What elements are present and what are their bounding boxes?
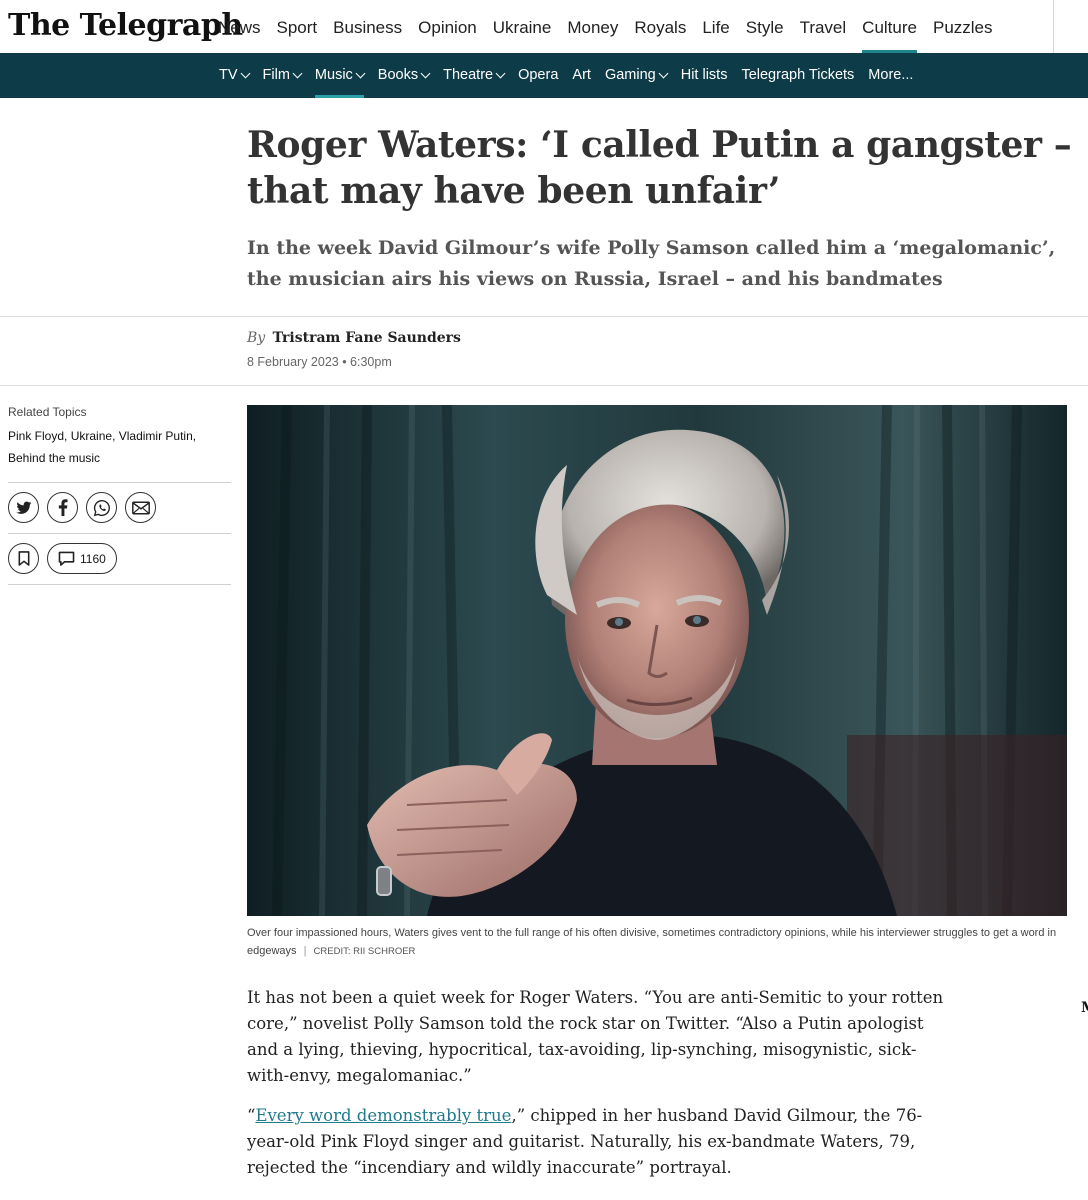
subnav-item-telegraph-tickets[interactable]: Telegraph Tickets bbox=[741, 53, 854, 98]
share-facebook-button[interactable] bbox=[47, 492, 78, 523]
article-hero-image bbox=[247, 405, 1067, 916]
chevron-down-icon bbox=[420, 68, 431, 79]
nav-item-puzzles[interactable]: Puzzles bbox=[933, 0, 993, 53]
divider bbox=[8, 533, 231, 534]
article-actions: 1160 bbox=[8, 543, 231, 574]
divider bbox=[8, 584, 231, 585]
subnav-item-books[interactable]: Books bbox=[378, 53, 431, 98]
divider bbox=[8, 482, 231, 483]
related-topics-label: Related Topics bbox=[8, 405, 87, 419]
culture-subnav: TV Film Music Books Theatre Opera Art Ga… bbox=[0, 53, 1088, 98]
article-standfirst: In the week David Gilmour’s wife Polly S… bbox=[247, 237, 1056, 290]
nav-item-opinion[interactable]: Opinion bbox=[418, 0, 477, 53]
topic-link[interactable]: Behind the music bbox=[8, 451, 100, 465]
nav-item-ukraine[interactable]: Ukraine bbox=[493, 0, 552, 53]
comment-icon bbox=[58, 551, 75, 566]
chevron-down-icon bbox=[355, 68, 366, 79]
email-icon bbox=[131, 501, 150, 514]
topic-link[interactable]: Pink Floyd bbox=[8, 429, 64, 443]
bookmark-icon bbox=[18, 551, 29, 566]
masthead: The Telegraph News Sport Business Opinio… bbox=[0, 0, 1088, 53]
nav-item-style[interactable]: Style bbox=[746, 0, 784, 53]
subnav-item-art[interactable]: Art bbox=[572, 53, 591, 98]
subnav-item-hit-lists[interactable]: Hit lists bbox=[681, 53, 728, 98]
edge-fragment: M bbox=[1081, 1000, 1088, 1016]
primary-nav: News Sport Business Opinion Ukraine Mone… bbox=[218, 0, 1009, 53]
topic-link[interactable]: Ukraine bbox=[71, 429, 112, 443]
image-credit: CREDIT: Rii Schroer bbox=[313, 946, 416, 957]
nav-item-life[interactable]: Life bbox=[702, 0, 729, 53]
chevron-down-icon bbox=[658, 68, 669, 79]
subnav-item-music[interactable]: Music bbox=[314, 53, 366, 98]
nav-item-sport[interactable]: Sport bbox=[277, 0, 318, 53]
comment-count: 1160 bbox=[80, 551, 106, 566]
subnav-item-opera[interactable]: Opera bbox=[518, 53, 558, 98]
whatsapp-icon bbox=[93, 499, 110, 516]
publish-date: 8 February 2023 • 6:30pm bbox=[247, 355, 392, 369]
article-paragraph: “Every word demonstrably true,” chipped … bbox=[247, 1106, 923, 1177]
subnav-item-tv[interactable]: TV bbox=[219, 53, 250, 98]
portrait-photo bbox=[247, 405, 1067, 916]
article-sidebar: Related Topics Pink Floyd, Ukraine, Vlad… bbox=[8, 405, 231, 585]
share-email-button[interactable] bbox=[125, 492, 156, 523]
byline: By Tristram Fane Saunders bbox=[247, 330, 461, 346]
subnav-item-gaming[interactable]: Gaming bbox=[605, 53, 669, 98]
nav-item-money[interactable]: Money bbox=[567, 0, 618, 53]
inline-link[interactable]: Every word demonstrably true bbox=[255, 1106, 511, 1125]
article-headline: Roger Waters: ‘I called Putin a gangster… bbox=[247, 124, 1072, 212]
subnav-item-more[interactable]: More... bbox=[868, 53, 913, 98]
divider bbox=[0, 385, 1088, 386]
share-buttons bbox=[8, 492, 231, 523]
comments-button[interactable]: 1160 bbox=[47, 543, 117, 574]
article-paragraph: It has not been a quiet week for Roger W… bbox=[247, 988, 944, 1085]
chevron-down-icon bbox=[495, 68, 506, 79]
nav-item-travel[interactable]: Travel bbox=[800, 0, 847, 53]
account-area[interactable] bbox=[1054, 0, 1088, 53]
article-body: It has not been a quiet week for Roger W… bbox=[247, 985, 947, 1195]
nav-item-business[interactable]: Business bbox=[333, 0, 402, 53]
related-topics-list: Pink Floyd, Ukraine, Vladimir Putin, Beh… bbox=[8, 429, 197, 465]
share-twitter-button[interactable] bbox=[8, 492, 39, 523]
save-article-button[interactable] bbox=[8, 543, 39, 574]
facebook-icon bbox=[58, 499, 68, 516]
author-link[interactable]: Tristram Fane Saunders bbox=[273, 330, 461, 346]
nav-item-royals[interactable]: Royals bbox=[634, 0, 686, 53]
nav-item-news[interactable]: News bbox=[218, 0, 261, 53]
nav-item-culture[interactable]: Culture bbox=[862, 0, 917, 53]
chevron-down-icon bbox=[292, 68, 303, 79]
subnav-item-film[interactable]: Film bbox=[263, 53, 303, 98]
telegraph-logo[interactable]: The Telegraph bbox=[8, 8, 243, 44]
subnav-item-theatre[interactable]: Theatre bbox=[443, 53, 506, 98]
divider bbox=[0, 316, 1088, 317]
byline-prefix: By bbox=[247, 330, 266, 346]
share-whatsapp-button[interactable] bbox=[86, 492, 117, 523]
image-caption: Over four impassioned hours, Waters give… bbox=[247, 927, 1057, 957]
twitter-icon bbox=[15, 501, 31, 514]
chevron-down-icon bbox=[240, 68, 250, 79]
topic-link[interactable]: Vladimir Putin bbox=[119, 429, 193, 443]
